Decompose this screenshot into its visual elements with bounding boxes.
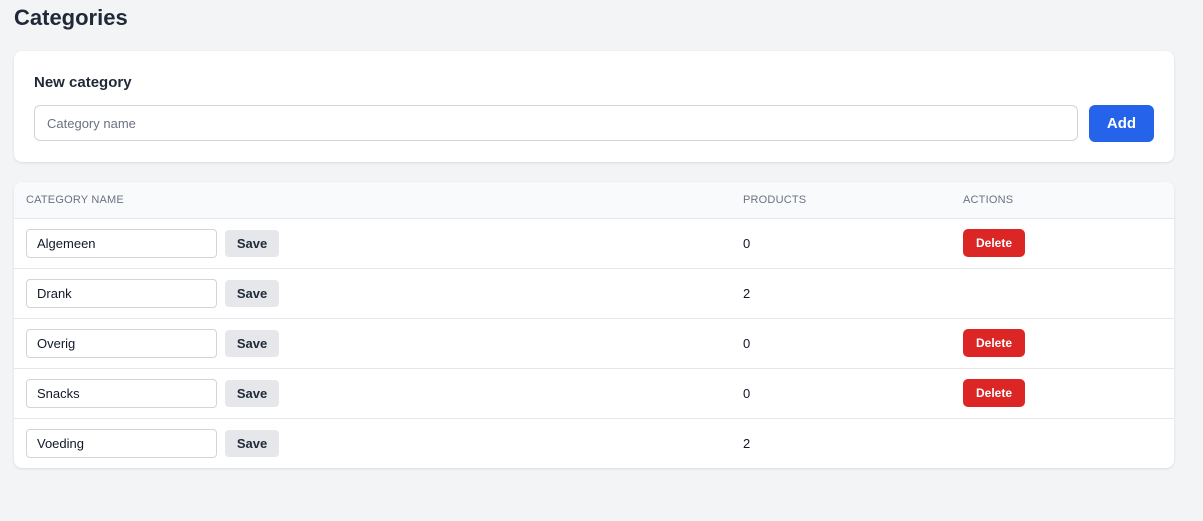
save-button[interactable]: Save	[225, 379, 279, 407]
header-category-name: CATEGORY NAME	[14, 182, 731, 219]
products-count: 2	[731, 417, 951, 468]
delete-button[interactable]: Delete	[963, 229, 1025, 257]
category-name-field[interactable]	[26, 228, 217, 258]
categories-table: CATEGORY NAME PRODUCTS ACTIONS Save 0 De…	[14, 182, 1174, 468]
name-cell: Save	[14, 367, 731, 418]
name-cell-wrapper: Save	[26, 328, 719, 358]
save-button[interactable]: Save	[225, 279, 279, 307]
categories-table-card: CATEGORY NAME PRODUCTS ACTIONS Save 0 De…	[14, 182, 1174, 468]
table-row: Save 2	[14, 267, 1174, 318]
header-products: PRODUCTS	[731, 182, 951, 219]
actions-cell: Delete	[951, 317, 1174, 368]
table-row: Save 2	[14, 417, 1174, 468]
page-title: Categories	[14, 5, 128, 30]
actions-cell	[951, 267, 1174, 318]
name-cell: Save	[14, 267, 731, 318]
table-row: Save 0 Delete	[14, 317, 1174, 368]
delete-button[interactable]: Delete	[963, 379, 1025, 407]
name-cell-wrapper: Save	[26, 378, 719, 408]
category-name-field[interactable]	[26, 378, 217, 408]
delete-button[interactable]: Delete	[963, 329, 1025, 357]
name-cell-wrapper: Save	[26, 228, 719, 258]
products-count: 0	[743, 235, 751, 251]
name-cell-wrapper: Save	[26, 278, 719, 308]
actions-cell	[951, 417, 1174, 468]
products-count: 2	[731, 267, 951, 318]
name-cell: Save	[14, 218, 731, 268]
save-button[interactable]: Save	[225, 429, 279, 457]
products-count: 0	[731, 317, 951, 368]
table-body: Save 0 Delete Save 2	[14, 218, 1174, 468]
category-name-field[interactable]	[26, 428, 217, 458]
table-row: Save 0 Delete	[14, 367, 1174, 418]
category-name-field[interactable]	[26, 278, 217, 308]
actions-cell: Delete	[951, 367, 1174, 418]
header-actions: ACTIONS	[951, 182, 1174, 219]
table-header-row: CATEGORY NAME PRODUCTS ACTIONS	[14, 182, 1174, 219]
save-button[interactable]: Save	[225, 329, 279, 357]
products-count: 0	[731, 367, 951, 418]
actions-cell: Delete	[951, 218, 1174, 268]
new-category-title: New category	[34, 74, 132, 91]
add-button[interactable]: Add	[1089, 105, 1154, 142]
name-cell: Save	[14, 417, 731, 468]
name-cell-wrapper: Save	[26, 428, 719, 458]
save-button[interactable]: Save	[225, 229, 279, 257]
new-category-card: New category Add	[14, 51, 1174, 162]
table-header: CATEGORY NAME PRODUCTS ACTIONS	[14, 182, 1174, 219]
table-row: Save 0 Delete	[14, 218, 1174, 268]
category-name-field[interactable]	[26, 328, 217, 358]
category-name-input[interactable]	[34, 105, 1078, 141]
name-cell: Save	[14, 317, 731, 368]
